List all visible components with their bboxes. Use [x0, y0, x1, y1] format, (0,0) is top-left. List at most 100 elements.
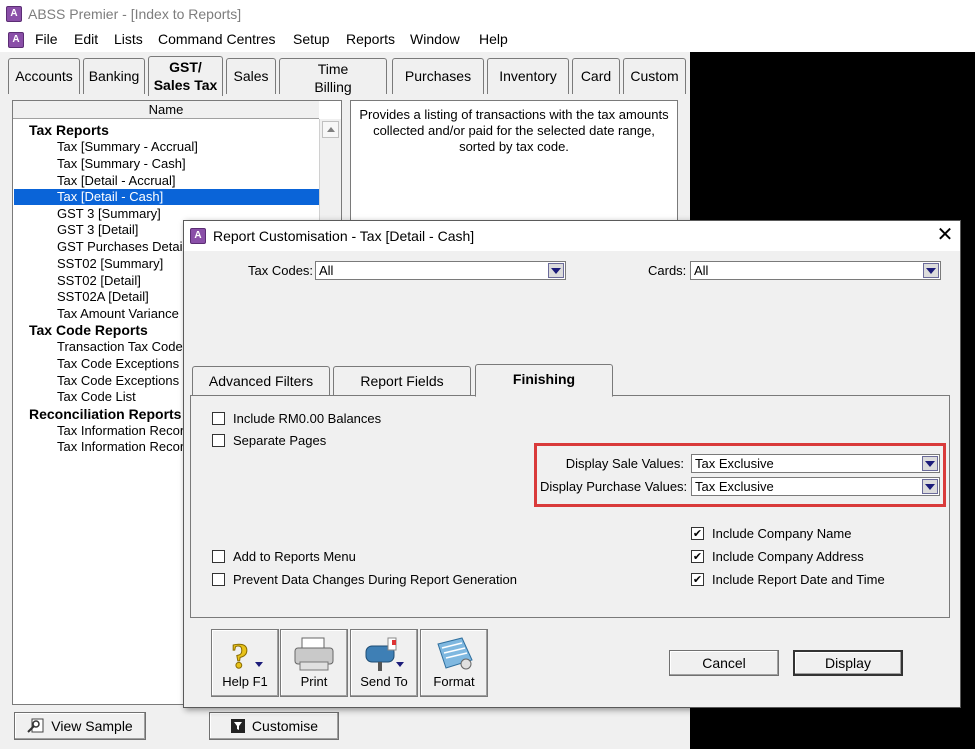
include-company-address-label[interactable]: Include Company Address [712, 549, 864, 564]
abss-menu-icon[interactable]: A [8, 32, 24, 48]
tab-finishing[interactable]: Finishing [475, 364, 613, 397]
tab-purchases[interactable]: Purchases [392, 58, 484, 94]
mailbox-icon [362, 636, 406, 672]
cancel-label: Cancel [702, 655, 746, 671]
menu-help[interactable]: Help [479, 31, 508, 47]
tree-item[interactable]: GST Purchases Detail [57, 239, 185, 255]
dialog-title: Report Customisation - Tax [Detail - Cas… [213, 228, 475, 244]
format-icon [432, 636, 476, 672]
tax-codes-select[interactable]: All [315, 261, 566, 280]
tax-codes-value: All [319, 263, 334, 278]
tree-item[interactable]: GST 3 [Summary] [57, 206, 161, 222]
tab-label: Purchases [404, 68, 472, 84]
help-icon: ? [223, 636, 267, 677]
tab-accounts[interactable]: Accounts [8, 58, 80, 94]
svg-text:?: ? [231, 636, 249, 672]
close-icon[interactable]: ✕ [932, 223, 958, 249]
include-company-address-checkbox[interactable] [691, 550, 704, 563]
menu-window[interactable]: Window [410, 31, 460, 47]
tab-label-line1: GST/ [169, 59, 202, 75]
include-company-name-label[interactable]: Include Company Name [712, 526, 851, 541]
tree-item[interactable]: Tax Code List [57, 389, 136, 405]
tab-label: Sales [233, 68, 269, 84]
menu-edit[interactable]: Edit [74, 31, 98, 47]
tree-column-header[interactable]: Name [13, 101, 319, 119]
tab-label: Accounts [15, 68, 73, 84]
include-zero-balances-label[interactable]: Include RM0.00 Balances [233, 411, 381, 426]
menu-lists[interactable]: Lists [114, 31, 143, 47]
app-title: ABSS Premier - [Index to Reports] [28, 6, 242, 22]
dropdown-icon[interactable] [922, 479, 938, 494]
menu-bar: A File Edit Lists Command Centres Setup … [0, 28, 975, 52]
display-values-highlight [534, 443, 946, 507]
tree-item[interactable]: GST 3 [Detail] [57, 222, 138, 238]
cancel-button[interactable]: Cancel [669, 650, 779, 676]
tab-label: Banking [88, 68, 140, 84]
tab-sales[interactable]: Sales [226, 58, 276, 94]
cards-label: Cards: [648, 263, 687, 278]
menu-reports[interactable]: Reports [346, 31, 395, 47]
add-to-reports-menu-label[interactable]: Add to Reports Menu [233, 549, 356, 564]
tree-item[interactable]: Transaction Tax Codes [57, 339, 189, 355]
include-report-date-checkbox[interactable] [691, 573, 704, 586]
print-label: Print [300, 674, 328, 689]
tab-advanced-filters[interactable]: Advanced Filters [192, 366, 330, 396]
tree-group-tax-code-reports[interactable]: Tax Code Reports [29, 322, 148, 338]
help-button[interactable]: ? Help F1 [211, 629, 279, 697]
tree-item[interactable]: Tax Information Recor [57, 439, 184, 455]
separate-pages-checkbox[interactable] [212, 434, 225, 447]
separate-pages-label[interactable]: Separate Pages [233, 433, 326, 448]
display-purchase-values-label: Display Purchase Values: [540, 479, 688, 494]
include-report-date-label[interactable]: Include Report Date and Time [712, 572, 885, 587]
tab-banking[interactable]: Banking [83, 58, 145, 94]
include-company-name-checkbox[interactable] [691, 527, 704, 540]
tree-item-selected[interactable]: Tax [Detail - Cash] [14, 189, 320, 205]
view-sample-label: View Sample [51, 718, 133, 734]
prevent-data-changes-checkbox[interactable] [212, 573, 225, 586]
dropdown-icon[interactable] [922, 456, 938, 471]
tree-item[interactable]: SST02 [Summary] [57, 256, 163, 272]
tree-item[interactable]: Tax Information Recor [57, 423, 184, 439]
format-button[interactable]: Format [420, 629, 488, 697]
menu-setup[interactable]: Setup [293, 31, 330, 47]
tree-item[interactable]: Tax [Summary - Accrual] [57, 139, 198, 155]
tab-custom[interactable]: Custom [623, 58, 686, 94]
tab-label-line1: Time [317, 61, 349, 77]
prevent-data-changes-label[interactable]: Prevent Data Changes During Report Gener… [233, 572, 517, 587]
view-sample-button[interactable]: View Sample [14, 712, 146, 740]
dropdown-icon[interactable] [548, 263, 564, 278]
tree-group-reconciliation-reports[interactable]: Reconciliation Reports [29, 406, 181, 422]
menu-command-centres[interactable]: Command Centres [158, 31, 276, 47]
tax-codes-label: Tax Codes: [248, 263, 314, 278]
tree-item[interactable]: Tax [Detail - Accrual] [57, 173, 176, 189]
tree-item[interactable]: Tax [Summary - Cash] [57, 156, 186, 172]
tab-label: Card [580, 68, 612, 84]
send-to-button[interactable]: Send To [350, 629, 418, 697]
tree-item[interactable]: SST02 [Detail] [57, 273, 141, 289]
tree-item[interactable]: SST02A [Detail] [57, 289, 149, 305]
include-zero-balances-checkbox[interactable] [212, 412, 225, 425]
dropdown-icon[interactable] [923, 263, 939, 278]
tab-time-billing[interactable]: Time Billing [279, 58, 387, 95]
add-to-reports-menu-checkbox[interactable] [212, 550, 225, 563]
tab-card[interactable]: Card [572, 58, 620, 94]
customise-button[interactable]: Customise [209, 712, 339, 740]
cards-select[interactable]: All [690, 261, 941, 280]
display-button[interactable]: Display [793, 650, 903, 676]
tree-item[interactable]: Tax Code Exceptions [ [57, 356, 186, 372]
print-button[interactable]: Print [280, 629, 348, 697]
tab-inventory[interactable]: Inventory [487, 58, 569, 94]
scroll-up-icon[interactable] [322, 121, 339, 138]
tab-report-fields[interactable]: Report Fields [333, 366, 471, 396]
menu-file[interactable]: File [35, 31, 58, 47]
view-sample-icon [27, 718, 44, 733]
filter-icon [230, 719, 245, 733]
tree-group-tax-reports[interactable]: Tax Reports [29, 122, 109, 138]
display-purchase-values-select[interactable]: Tax Exclusive [691, 477, 940, 496]
display-sale-values-select[interactable]: Tax Exclusive [691, 454, 940, 473]
tab-gst-sales-tax[interactable]: GST/ Sales Tax [148, 56, 223, 96]
cards-value: All [694, 263, 709, 278]
tree-item[interactable]: Tax Code Exceptions [ [57, 373, 186, 389]
display-sale-values-label: Display Sale Values: [565, 456, 684, 471]
tree-item[interactable]: Tax Amount Variance [57, 306, 179, 322]
